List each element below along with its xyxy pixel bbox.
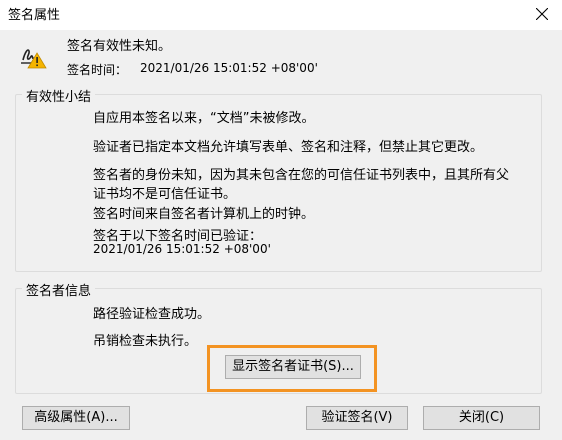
validity-line: 2021/01/26 15:01:52 +08'00' xyxy=(93,242,271,256)
show-signer-certificate-button[interactable]: 显示签名者证书(S)... xyxy=(225,355,361,379)
validity-line: 签名者的身份未知，因为其未包含在您的可信任证书列表中，且其所有父 xyxy=(93,168,510,183)
close-window-button[interactable] xyxy=(522,0,562,28)
validity-summary-legend: 有效性小结 xyxy=(22,86,96,105)
signature-time-value: 2021/01/26 15:01:52 +08'00' xyxy=(140,61,318,75)
signer-info-line: 吊销检查未执行。 xyxy=(93,334,198,349)
validity-line: 证书均不是可信任证书。 xyxy=(93,187,237,202)
signer-info-line: 路径验证检查成功。 xyxy=(93,307,211,322)
close-button[interactable]: 关闭(C) xyxy=(423,406,540,430)
validity-line: 验证者已指定本文档允许填写表单、签名和注释，但禁止其它更改。 xyxy=(93,140,484,155)
verify-signature-button[interactable]: 验证签名(V) xyxy=(306,406,408,430)
title-bar: 签名属性 xyxy=(0,0,562,30)
close-icon xyxy=(536,8,548,20)
signature-status-text: 签名有效性未知。 xyxy=(67,39,172,54)
window-title: 签名属性 xyxy=(8,8,61,23)
signature-warning-icon xyxy=(21,49,47,69)
signer-info-legend: 签名者信息 xyxy=(22,280,96,299)
signature-time-label: 签名时间： xyxy=(67,63,128,77)
validity-summary-group: 有效性小结 自应用本签名以来，“文档”未被修改。 验证者已指定本文档允许填写表单… xyxy=(15,86,542,272)
signature-properties-dialog: 签名属性 签名有效性未知。 签名时间： 2021/01/26 15:01:52 … xyxy=(0,0,562,440)
validity-line: 自应用本签名以来，“文档”未被修改。 xyxy=(93,111,315,126)
validity-line: 签名时间来自签名者计算机上的时钟。 xyxy=(93,207,315,222)
advanced-properties-button[interactable]: 高级属性(A)... xyxy=(22,406,130,430)
